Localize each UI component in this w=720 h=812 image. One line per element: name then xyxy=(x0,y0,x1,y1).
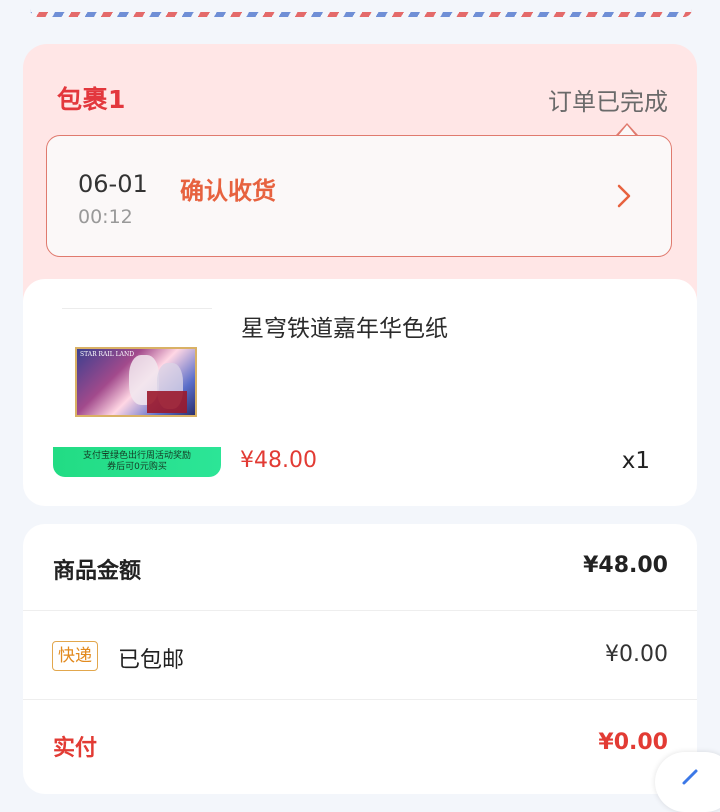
paid-label: 实付 xyxy=(53,736,98,761)
promo-line-1: 支付宝绿色出行周活动奖励 xyxy=(82,451,191,461)
shipping-value: ¥0.00 xyxy=(605,642,668,667)
arrow-icon xyxy=(682,769,698,785)
order-status: 订单已完成 xyxy=(548,88,668,116)
product-price: ¥48.00 xyxy=(240,448,317,473)
package-title: 包裹1 xyxy=(57,85,126,114)
promo-line-2: 券后可0元购买 xyxy=(107,462,167,472)
product-thumbnail[interactable]: STAR RAIL LAND xyxy=(75,347,197,417)
paid-value: ¥0.00 xyxy=(598,730,668,755)
floating-button[interactable] xyxy=(655,752,720,812)
tracking-date: 06-01 xyxy=(78,170,148,198)
tracking-notch xyxy=(616,123,638,136)
summary-divider xyxy=(23,699,697,700)
product-name[interactable]: 星穹铁道嘉年华色纸 xyxy=(241,309,448,343)
product-quantity: x1 xyxy=(621,448,650,474)
goods-amount-value: ¥48.00 xyxy=(583,553,668,578)
airmail-border xyxy=(30,8,692,17)
summary-divider xyxy=(23,610,697,611)
thumbnail-text: STAR RAIL LAND xyxy=(80,351,135,358)
tracking-time: 00:12 xyxy=(78,206,133,228)
promo-banner: 支付宝绿色出行周活动奖励 券后可0元购买 xyxy=(53,447,221,477)
goods-amount-label: 商品金额 xyxy=(53,559,142,584)
shipping-tag: 快递 xyxy=(52,641,98,671)
chevron-right-icon[interactable] xyxy=(612,182,636,210)
shipping-label: 已包邮 xyxy=(118,648,185,673)
tracking-action: 确认收货 xyxy=(180,177,276,205)
thumbnail-top-line xyxy=(62,308,212,309)
